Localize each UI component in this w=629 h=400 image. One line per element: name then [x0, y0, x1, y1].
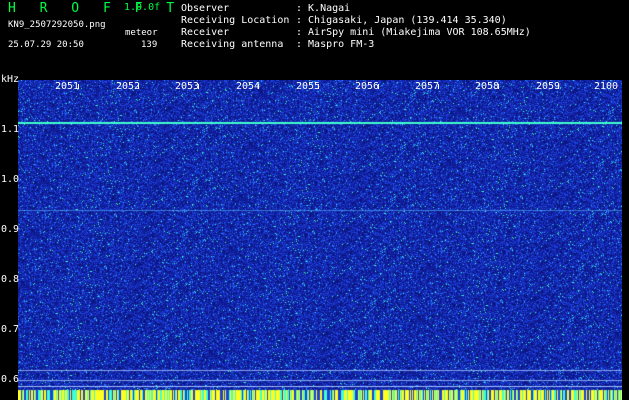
time-label: 2055	[296, 81, 321, 92]
time-tick	[318, 84, 319, 89]
date-time: 25.07.29 20:50	[8, 40, 84, 50]
info-label: Observer	[181, 3, 230, 14]
time-tick	[198, 84, 199, 89]
info-label: Receiver	[181, 27, 230, 38]
info-label: Receiving antenna	[181, 39, 284, 50]
info-value: : Chigasaki, Japan (139.414 35.340)	[296, 15, 507, 26]
time-label: 2051	[55, 81, 80, 92]
file-name: KN9_2507292050.png	[8, 20, 106, 30]
time-label: 2053	[175, 81, 200, 92]
time-tick	[378, 84, 379, 89]
time-tick	[258, 84, 259, 89]
info-value: : Maspro FM-3	[296, 39, 375, 50]
time-label: 2056	[355, 81, 380, 92]
y-tick-label: 0.8	[1, 274, 20, 285]
y-tick-label: 1.0	[1, 174, 20, 185]
time-tick	[498, 84, 499, 89]
time-label: 2052	[116, 81, 141, 92]
time-label: 2059	[536, 81, 561, 92]
time-tick	[138, 84, 139, 89]
time-label: 2058	[475, 81, 500, 92]
time-tick	[558, 84, 559, 89]
meteor-count: 139	[141, 40, 158, 50]
app-version: 1.0.0f	[124, 2, 161, 13]
info-value: : AirSpy mini (Miakejima VOR 108.65MHz)	[296, 27, 531, 38]
info-row-location: Receiving Location : Chigasaki, Japan (13…	[181, 15, 507, 26]
y-tick-label: 0.6	[1, 374, 20, 385]
y-tick-label: 0.9	[1, 224, 20, 235]
info-value: : K.Nagai	[296, 3, 351, 14]
time-label: 2057	[415, 81, 440, 92]
y-tick-label: 1.1	[1, 124, 20, 135]
info-row-observer: Observer : K.Nagai	[181, 3, 350, 14]
time-tick	[78, 84, 79, 89]
info-label: Receiving Location	[181, 15, 290, 26]
waterfall-spectrogram	[18, 80, 622, 400]
mode-label: meteor	[125, 28, 158, 38]
time-tick	[438, 84, 439, 89]
frequency-unit-label: kHz	[1, 74, 20, 85]
time-label: 2100	[594, 81, 619, 92]
time-label: 2054	[236, 81, 261, 92]
info-row-antenna: Receiving antenna : Maspro FM-3	[181, 39, 374, 50]
y-tick-label: 0.7	[1, 324, 20, 335]
info-row-receiver: Receiver : AirSpy mini (Miakejima VOR 108…	[181, 27, 531, 38]
